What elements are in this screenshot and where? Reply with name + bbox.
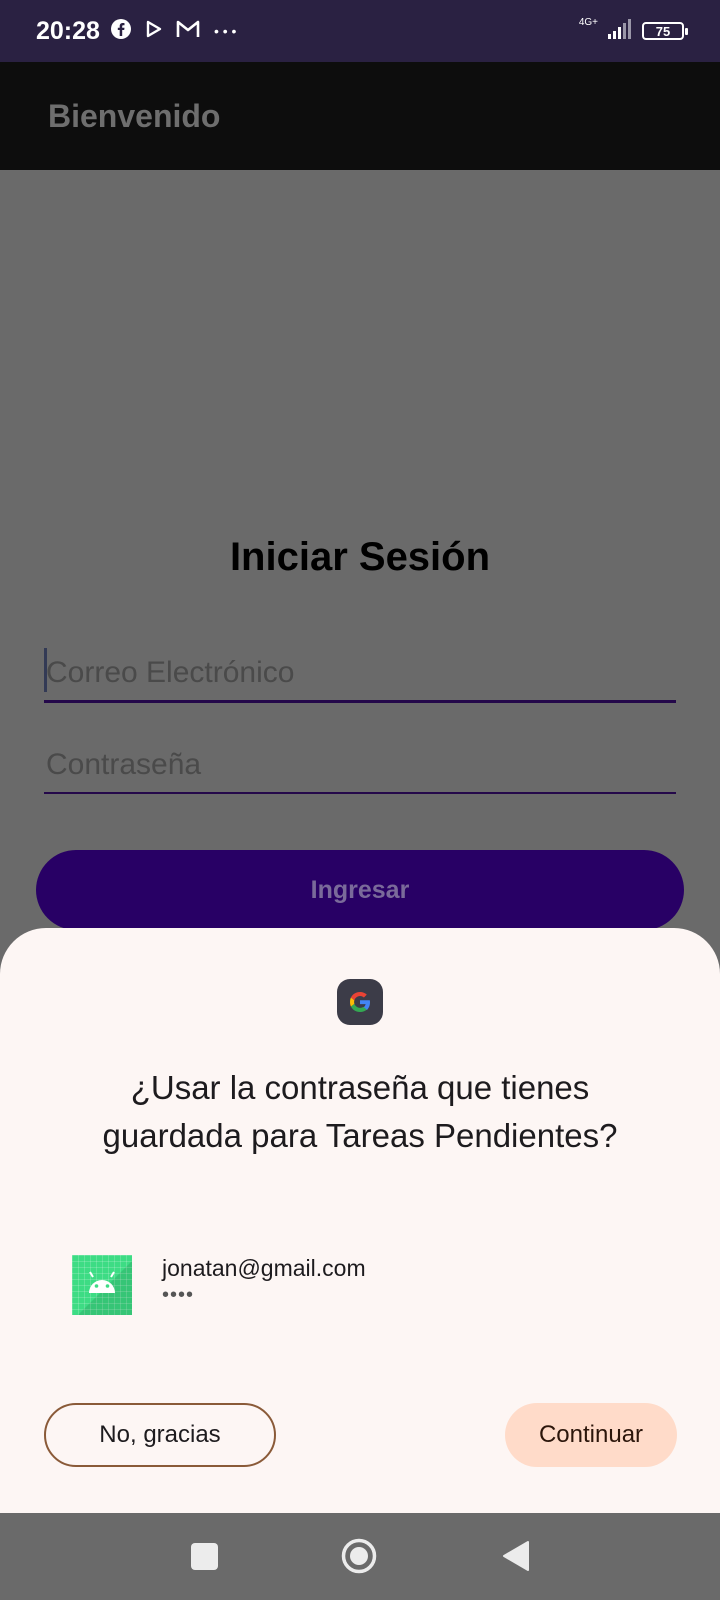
signal-icon <box>608 18 632 44</box>
status-time: 20:28 <box>36 16 100 45</box>
network-type: 4G+ <box>578 17 598 28</box>
home-circle-icon[interactable] <box>341 1538 377 1574</box>
account-email: jonatan@gmail.com <box>162 1255 366 1281</box>
facebook-icon <box>110 18 132 45</box>
recents-square-icon[interactable] <box>191 1543 218 1570</box>
navigation-bar <box>0 1513 720 1600</box>
app-bar: Bienvenido <box>0 62 720 170</box>
app-title: Bienvenido <box>48 97 221 134</box>
back-triangle-icon[interactable] <box>502 1540 530 1572</box>
continue-button[interactable]: Continuar <box>505 1403 677 1467</box>
sheet-title: ¿Usar la contraseña que tienes guardada … <box>102 1069 618 1154</box>
account-details: jonatan@gmail.com •••• <box>162 1255 366 1307</box>
login-title: Iniciar Sesión <box>229 535 491 579</box>
google-icon <box>337 979 383 1025</box>
password-suggestion-sheet: ¿Usar la contraseña que tienes guardada … <box>0 928 720 1513</box>
system-status: 4G+ 75 <box>578 17 688 44</box>
email-field[interactable]: Correo Electrónico <box>44 648 676 703</box>
saved-account-item[interactable]: jonatan@gmail.com •••• <box>72 1255 366 1315</box>
email-placeholder: Correo Electrónico <box>46 656 295 689</box>
decline-button[interactable]: No, gracias <box>44 1403 276 1467</box>
notification-icons: • • • <box>110 18 236 45</box>
password-field[interactable]: Contraseña <box>44 740 676 794</box>
account-password-mask: •••• <box>162 1284 195 1306</box>
password-placeholder: Contraseña <box>46 748 202 781</box>
play-icon <box>146 20 162 43</box>
battery-icon: 75 <box>642 22 688 40</box>
battery-level: 75 <box>655 23 671 39</box>
more-dots-icon: • • • <box>213 23 237 39</box>
status-bar: 20:28 • • • 4G+ 75 <box>0 0 720 62</box>
login-button[interactable]: Ingresar <box>36 850 684 930</box>
android-app-icon <box>72 1255 132 1315</box>
gmail-icon <box>176 20 200 43</box>
